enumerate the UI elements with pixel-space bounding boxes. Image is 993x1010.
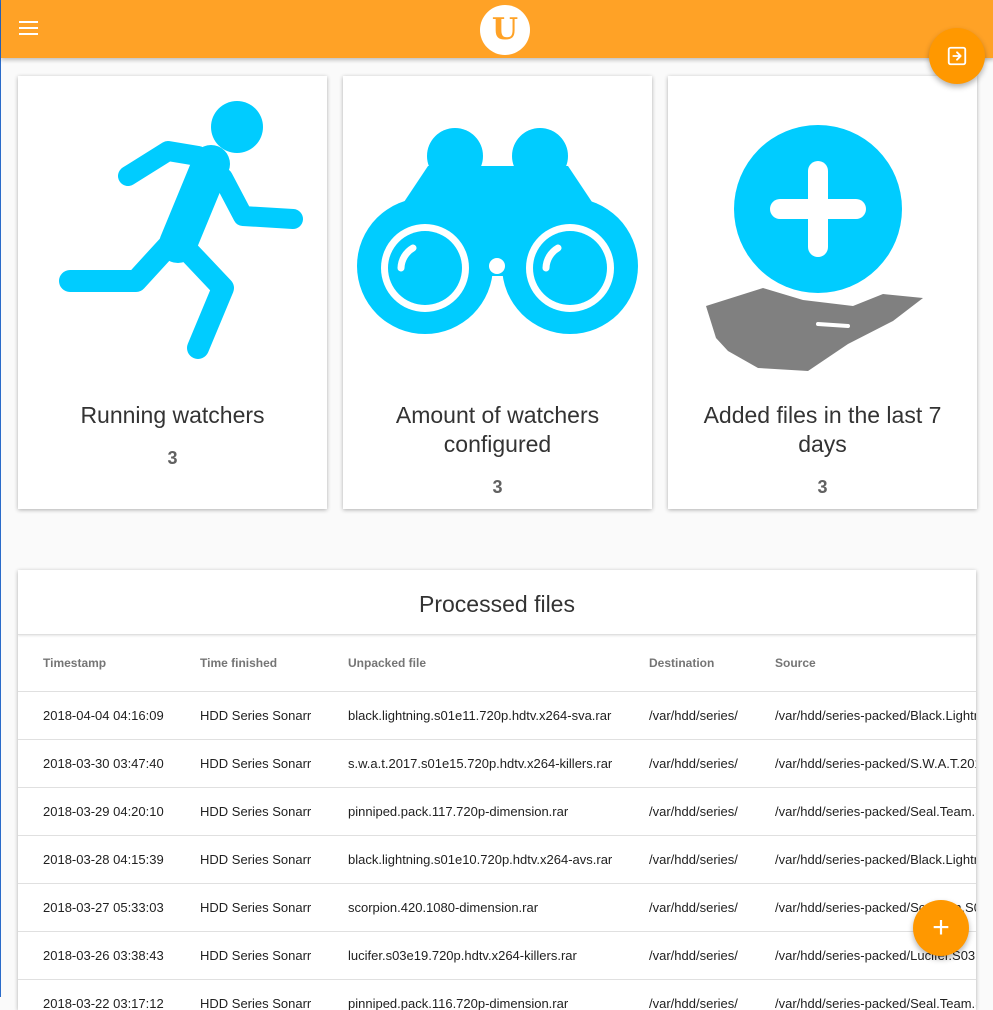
panel-title: Processed files — [18, 570, 976, 635]
cell-time-finished: HDD Series Sonarr — [175, 740, 323, 788]
cell-timestamp: 2018-03-29 04:20:10 — [18, 788, 175, 836]
card-value: 3 — [343, 477, 652, 498]
card-title: Amount of watchers configured — [353, 401, 642, 459]
table-row[interactable]: 2018-03-28 04:15:39 HDD Series Sonarr bl… — [18, 836, 976, 884]
table-row[interactable]: 2018-03-22 03:17:12 HDD Series Sonarr pi… — [18, 980, 976, 1010]
cell-destination: /var/hdd/series/ — [624, 932, 750, 980]
binoculars-icon — [343, 76, 652, 376]
cell-destination: /var/hdd/series/ — [624, 788, 750, 836]
card-value: 3 — [668, 477, 977, 498]
card-added-files: Added files in the last 7 days 3 — [668, 76, 977, 509]
add-button[interactable]: + — [913, 900, 969, 956]
app-logo[interactable]: U — [480, 5, 530, 55]
cell-unpacked-file: lucifer.s03e19.720p.hdtv.x264-killers.ra… — [323, 932, 624, 980]
plus-icon: + — [932, 911, 950, 945]
logo-letter: U — [492, 15, 518, 45]
cell-source: /var/hdd/series-packed/Black.Lightn — [750, 692, 976, 740]
cell-destination: /var/hdd/series/ — [624, 836, 750, 884]
cell-timestamp: 2018-03-28 04:15:39 — [18, 836, 175, 884]
cell-timestamp: 2018-03-27 05:33:03 — [18, 884, 175, 932]
hand-with-plus-icon — [668, 76, 977, 376]
column-header-unpacked-file[interactable]: Unpacked file — [323, 635, 624, 692]
cell-unpacked-file: black.lightning.s01e10.720p.hdtv.x264-av… — [323, 836, 624, 884]
cell-destination: /var/hdd/series/ — [624, 692, 750, 740]
cell-unpacked-file: scorpion.420.1080-dimension.rar — [323, 884, 624, 932]
cell-time-finished: HDD Series Sonarr — [175, 980, 323, 1010]
column-header-destination[interactable]: Destination — [624, 635, 750, 692]
processed-files-panel: Processed files Timestamp Time finished … — [18, 570, 976, 1010]
cell-time-finished: HDD Series Sonarr — [175, 836, 323, 884]
cell-source: /var/hdd/series-packed/Seal.Team.S — [750, 788, 976, 836]
card-running-watchers: Running watchers 3 — [18, 76, 327, 509]
card-watchers-configured: Amount of watchers configured 3 — [343, 76, 652, 509]
cell-unpacked-file: pinniped.pack.117.720p-dimension.rar — [323, 788, 624, 836]
cell-destination: /var/hdd/series/ — [624, 740, 750, 788]
app-bar: U — [1, 0, 993, 58]
cell-destination: /var/hdd/series/ — [624, 980, 750, 1010]
column-header-source[interactable]: Source — [750, 635, 976, 692]
card-value: 3 — [18, 448, 327, 469]
table-row[interactable]: 2018-04-04 04:16:09 HDD Series Sonarr bl… — [18, 692, 976, 740]
cell-unpacked-file: pinniped.pack.116.720p-dimension.rar — [323, 980, 624, 1010]
table-row[interactable]: 2018-03-27 05:33:03 HDD Series Sonarr sc… — [18, 884, 976, 932]
cell-timestamp: 2018-04-04 04:16:09 — [18, 692, 175, 740]
menu-icon[interactable] — [19, 21, 39, 37]
cell-timestamp: 2018-03-30 03:47:40 — [18, 740, 175, 788]
card-title: Added files in the last 7 days — [678, 401, 967, 459]
column-header-timestamp[interactable]: Timestamp — [18, 635, 175, 692]
cell-time-finished: HDD Series Sonarr — [175, 884, 323, 932]
cell-source: /var/hdd/series-packed/S.W.A.T.201 — [750, 740, 976, 788]
card-title: Running watchers — [28, 401, 317, 430]
processed-files-table: Timestamp Time finished Unpacked file De… — [18, 635, 976, 1010]
cell-timestamp: 2018-03-26 03:38:43 — [18, 932, 175, 980]
cell-time-finished: HDD Series Sonarr — [175, 932, 323, 980]
column-header-time-finished[interactable]: Time finished — [175, 635, 323, 692]
running-person-icon — [18, 76, 327, 376]
cell-source: /var/hdd/series-packed/Seal.Team.S — [750, 980, 976, 1010]
cell-time-finished: HDD Series Sonarr — [175, 692, 323, 740]
logout-icon — [946, 45, 968, 67]
cell-unpacked-file: black.lightning.s01e11.720p.hdtv.x264-sv… — [323, 692, 624, 740]
table-row[interactable]: 2018-03-30 03:47:40 HDD Series Sonarr s.… — [18, 740, 976, 788]
logout-button[interactable] — [929, 28, 985, 84]
table-row[interactable]: 2018-03-26 03:38:43 HDD Series Sonarr lu… — [18, 932, 976, 980]
table-row[interactable]: 2018-03-29 04:20:10 HDD Series Sonarr pi… — [18, 788, 976, 836]
cell-destination: /var/hdd/series/ — [624, 884, 750, 932]
cell-time-finished: HDD Series Sonarr — [175, 788, 323, 836]
cell-timestamp: 2018-03-22 03:17:12 — [18, 980, 175, 1010]
table-header-row: Timestamp Time finished Unpacked file De… — [18, 635, 976, 692]
cell-unpacked-file: s.w.a.t.2017.s01e15.720p.hdtv.x264-kille… — [323, 740, 624, 788]
cell-source: /var/hdd/series-packed/Black.Lightn — [750, 836, 976, 884]
